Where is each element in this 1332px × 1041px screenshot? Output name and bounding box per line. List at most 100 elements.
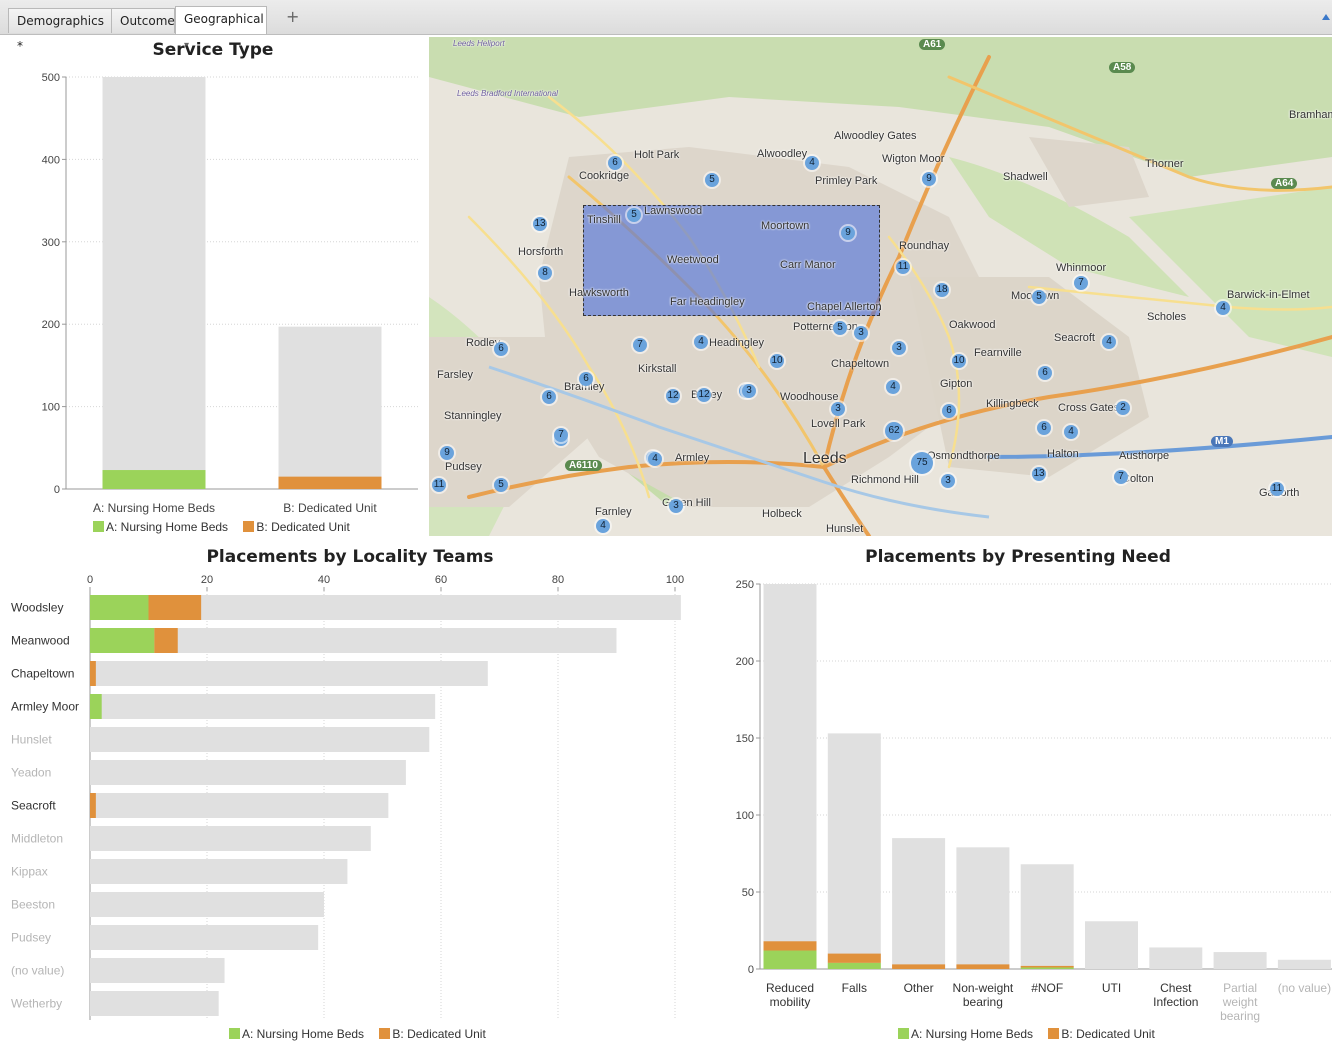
map-place-label: Potternewton (793, 321, 858, 333)
map-cluster-marker[interactable]: 7 (633, 338, 647, 352)
map-cluster-marker[interactable]: 8 (538, 266, 552, 280)
map-cluster-marker[interactable]: 13 (1032, 467, 1046, 481)
map-cluster-marker[interactable]: 5 (1032, 290, 1046, 304)
map-cluster-marker[interactable]: 4 (1216, 301, 1230, 315)
legend-label: B: Dedicated Unit (1061, 1027, 1155, 1041)
map-place-label: Chapeltown (831, 358, 890, 370)
map-cluster-marker[interactable]: 9 (841, 226, 855, 240)
map-cluster-marker[interactable]: 6 (942, 404, 956, 418)
map-cluster-marker[interactable]: 3 (669, 499, 683, 513)
map-cluster-marker[interactable]: 4 (694, 335, 708, 349)
map-cluster-marker[interactable]: 62 (885, 422, 903, 440)
map-cluster-marker[interactable]: 4 (596, 519, 610, 533)
y-tick-label: Seacroft (11, 799, 56, 813)
map-place-label: Thorner (1145, 158, 1184, 170)
map-cluster-marker[interactable]: 4 (648, 452, 662, 466)
map-place-label: Tinshill (587, 214, 621, 226)
locality-title: Placements by Locality Teams (206, 547, 494, 567)
legend-item-nursing[interactable]: A: Nursing Home Beds (898, 1027, 1033, 1041)
map-cluster-marker[interactable]: 6 (542, 390, 556, 404)
add-tab-button[interactable]: + (286, 7, 299, 26)
map-place-label: Horsforth (518, 246, 564, 258)
legend-label: A: Nursing Home Beds (242, 1027, 365, 1041)
map-cluster-marker[interactable]: 12 (666, 389, 680, 403)
map-place-label: Alwoodley Gates (834, 130, 917, 142)
x-tick-label: 100 (666, 574, 684, 586)
map-cluster-marker[interactable]: 5 (705, 173, 719, 187)
map-cluster-marker[interactable]: 7 (1074, 276, 1088, 290)
map-place-label: Richmond Hill (851, 474, 919, 486)
map-cluster-marker[interactable]: 7 (554, 428, 568, 442)
bar-total (956, 847, 1010, 969)
map-cluster-marker[interactable]: 5 (833, 321, 847, 335)
map-cluster-marker[interactable]: 5 (494, 478, 508, 492)
legend-item-dedicated[interactable]: B: Dedicated Unit (1048, 1027, 1155, 1041)
map-cluster-marker[interactable]: 4 (886, 380, 900, 394)
x-tick-label: Reduced mobility (766, 981, 814, 1009)
legend-item-nursing[interactable]: A: Nursing Home Beds (229, 1027, 364, 1041)
map-cluster-marker[interactable]: 6 (1037, 421, 1051, 435)
map-place-label: Leeds (803, 450, 847, 467)
map-cluster-marker[interactable]: 11 (432, 478, 446, 492)
road-label: A61 (919, 39, 946, 50)
bar-dedicated (763, 941, 817, 951)
bar-total (1277, 959, 1331, 969)
legend-swatch (1048, 1028, 1060, 1039)
map-cluster-marker[interactable]: 75 (911, 452, 933, 474)
map-cluster-marker[interactable]: 10 (770, 354, 784, 368)
legend-label: B: Dedicated Unit (256, 520, 350, 534)
map-cluster-marker[interactable]: 5 (627, 208, 641, 222)
map-cluster-marker[interactable]: 9 (922, 172, 936, 186)
legend-swatch (379, 1028, 391, 1039)
tab-outcomes[interactable]: Outcomes (111, 8, 181, 33)
x-tick-label: 80 (552, 574, 564, 586)
map-cluster-marker[interactable]: 9 (440, 446, 454, 460)
map-cluster-marker[interactable]: 6 (494, 342, 508, 356)
map-place-label: Carr Manor (780, 259, 836, 271)
map-cluster-marker[interactable]: 4 (1102, 335, 1116, 349)
map-cluster-marker[interactable]: 3 (941, 474, 955, 488)
bar-total (90, 991, 219, 1016)
x-tick-label: Chest Infection (1153, 981, 1198, 1009)
bar-total (90, 958, 225, 983)
map-cluster-marker[interactable]: 7 (1114, 470, 1128, 484)
map-view[interactable]: A61 A58 A64 A6110 M1 Leeds Heliport Leeds… (429, 37, 1332, 536)
map-place-label: Whinmoor (1056, 262, 1107, 274)
map-cluster-marker[interactable]: 4 (1064, 425, 1078, 439)
map-cluster-marker[interactable]: 13 (533, 217, 547, 231)
map-cluster-marker[interactable]: 3 (892, 341, 906, 355)
map-place-label: Primley Park (815, 175, 878, 187)
legend-label: A: Nursing Home Beds (911, 1027, 1034, 1041)
map-cluster-marker[interactable]: 6 (608, 156, 622, 170)
legend-item-dedicated[interactable]: B: Dedicated Unit (243, 520, 350, 534)
map-cluster-marker[interactable]: 6 (579, 372, 593, 386)
map-cluster-marker[interactable]: 12 (697, 388, 711, 402)
map-cluster-marker[interactable]: 4 (805, 156, 819, 170)
map-cluster-marker[interactable]: 6 (1038, 366, 1052, 380)
map-cluster-marker[interactable]: 11 (896, 260, 910, 274)
legend-item-nursing[interactable]: A: Nursing Home Beds (93, 520, 228, 534)
map-cluster-marker[interactable]: 18 (935, 283, 949, 297)
y-tick-label: Hunslet (11, 733, 52, 747)
map-cluster-marker[interactable]: 3 (831, 402, 845, 416)
road-label: M1 (1211, 436, 1233, 447)
map-cluster-marker[interactable]: 10 (952, 354, 966, 368)
map-cluster-marker[interactable]: 3 (742, 384, 756, 398)
map-place-label: Holbeck (762, 508, 802, 520)
tab-geographical[interactable]: Geographical ▾ (175, 6, 267, 51)
road-label: A6110 (565, 460, 602, 471)
legend-swatch (243, 521, 255, 532)
tab-demographics[interactable]: Demographics * (8, 8, 112, 53)
map-place-label: Lovell Park (811, 418, 866, 430)
bar-nursing (90, 595, 149, 620)
y-tick-label: 200 (736, 656, 754, 668)
bar-selected (102, 470, 206, 489)
y-tick-label: 500 (42, 72, 60, 84)
map-cluster-marker[interactable]: 3 (854, 326, 868, 340)
y-tick-label: 0 (54, 484, 60, 496)
x-tick-label: Non-weight bearing (953, 981, 1014, 1009)
map-cluster-marker[interactable]: 2 (1116, 401, 1130, 415)
map-cluster-marker[interactable]: 11 (1270, 482, 1284, 496)
legend-item-dedicated[interactable]: B: Dedicated Unit (379, 1027, 486, 1041)
map-place-label: Cross Gates (1058, 402, 1120, 414)
